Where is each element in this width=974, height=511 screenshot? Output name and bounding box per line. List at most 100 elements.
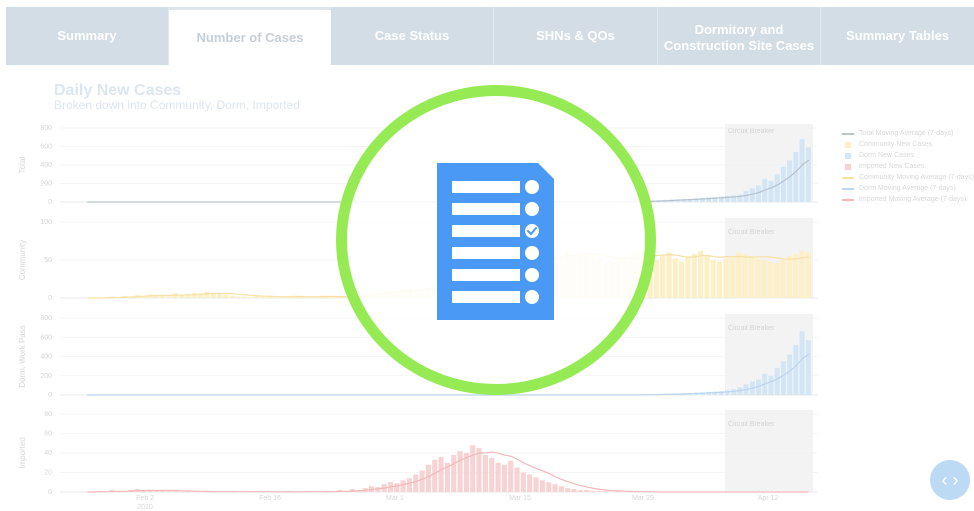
- circuit-breaker-label: Circuit Breaker: [728, 229, 775, 236]
- bar: [653, 260, 659, 298]
- bar: [432, 459, 438, 492]
- bar: [242, 296, 248, 298]
- x-tick-label: Feb 2: [136, 495, 154, 502]
- bar: [476, 448, 482, 492]
- bar: [793, 253, 799, 298]
- legend-label: Total Moving Average (7-days): [859, 130, 954, 137]
- legend-swatch: [842, 198, 854, 201]
- bar: [571, 489, 577, 492]
- x-tick-label: Apr 12: [758, 495, 779, 502]
- x-tick-label: Feb 16: [259, 495, 281, 502]
- circuit-breaker-label: Circuit Breaker: [728, 421, 775, 428]
- bar: [501, 464, 507, 492]
- bar: [565, 488, 571, 492]
- y-axis-label: Dorm, Work Pass: [18, 325, 27, 388]
- bar: [672, 258, 678, 298]
- bar: [229, 295, 235, 298]
- bar: [482, 454, 488, 492]
- bar: [786, 256, 792, 298]
- legend-swatch: [845, 141, 851, 148]
- y-tick-label: 800: [40, 125, 52, 132]
- bar: [539, 480, 545, 492]
- legend-item[interactable]: Community Moving Average (7-days): [842, 172, 974, 183]
- bar: [685, 256, 691, 298]
- y-tick-label: 400: [40, 354, 52, 361]
- legend-item[interactable]: Dorm New Cases: [842, 150, 974, 161]
- bar: [787, 160, 793, 202]
- bar: [166, 491, 172, 492]
- bar: [419, 470, 425, 492]
- circuit-breaker-label: Circuit Breaker: [728, 325, 775, 332]
- legend-item[interactable]: Imported New Cases: [842, 161, 974, 172]
- bar: [280, 297, 286, 298]
- bar: [489, 457, 495, 492]
- bar: [755, 258, 761, 298]
- bar: [558, 486, 564, 492]
- legend-item[interactable]: Community New Cases: [842, 139, 974, 150]
- bar: [527, 474, 533, 492]
- bar: [305, 297, 311, 298]
- legend-swatch: [845, 152, 851, 159]
- y-tick-label: 600: [40, 334, 52, 341]
- bar: [330, 297, 337, 298]
- y-axis-label: Imported: [18, 437, 27, 469]
- bar: [774, 263, 780, 298]
- bar: [153, 491, 159, 492]
- bar: [413, 474, 419, 492]
- bar: [394, 483, 400, 492]
- bar: [400, 480, 406, 492]
- bar: [273, 297, 280, 298]
- bar: [603, 491, 609, 492]
- bar: [742, 253, 748, 298]
- legend-label: Imported Moving Average (7-days): [859, 196, 967, 203]
- legend-label: Imported New Cases: [859, 163, 925, 170]
- bar: [780, 166, 786, 202]
- bar: [793, 152, 799, 202]
- x-tick-sublabel: 2020: [137, 504, 153, 511]
- bar: [425, 464, 431, 492]
- legend-item[interactable]: Total Moving Average (7-days): [842, 128, 974, 139]
- bar: [774, 174, 780, 202]
- bar: [723, 258, 729, 298]
- bar: [552, 484, 558, 492]
- bar: [584, 490, 590, 492]
- legend-item[interactable]: Dorm Moving Average (7-days): [842, 183, 974, 194]
- bar: [520, 472, 526, 492]
- legend-item[interactable]: Imported Moving Average (7-days): [842, 194, 974, 205]
- bar: [761, 260, 767, 298]
- y-tick-label: 20: [44, 470, 52, 477]
- bar: [666, 252, 672, 298]
- bar: [780, 260, 786, 298]
- code-brackets-icon[interactable]: ‹ ›: [930, 460, 970, 500]
- legend-swatch: [845, 163, 851, 170]
- bar: [514, 467, 520, 492]
- bar: [704, 255, 710, 298]
- bar: [191, 292, 197, 298]
- bar: [495, 462, 501, 492]
- bar: [767, 261, 773, 298]
- y-axis-label: Total: [18, 156, 27, 173]
- y-tick-label: 0: [48, 392, 52, 399]
- bar: [248, 297, 254, 298]
- bar: [743, 190, 749, 202]
- y-tick-label: 60: [44, 431, 52, 438]
- y-tick-label: 200: [40, 181, 52, 188]
- y-tick-label: 50: [44, 257, 52, 264]
- bar: [780, 361, 786, 395]
- bar: [756, 185, 762, 202]
- bar: [799, 139, 805, 202]
- y-tick-label: 80: [44, 411, 52, 418]
- legend-swatch: [842, 176, 854, 179]
- bar: [805, 252, 811, 298]
- bar: [731, 389, 737, 395]
- y-tick-label: 40: [44, 450, 52, 457]
- bar: [216, 294, 223, 298]
- y-tick-label: 400: [40, 162, 52, 169]
- bar: [577, 490, 583, 492]
- bar: [223, 294, 229, 298]
- bar: [787, 354, 793, 395]
- bar: [729, 256, 735, 298]
- document-checklist-icon: [437, 163, 554, 320]
- bar: [724, 390, 730, 395]
- bar: [166, 296, 172, 298]
